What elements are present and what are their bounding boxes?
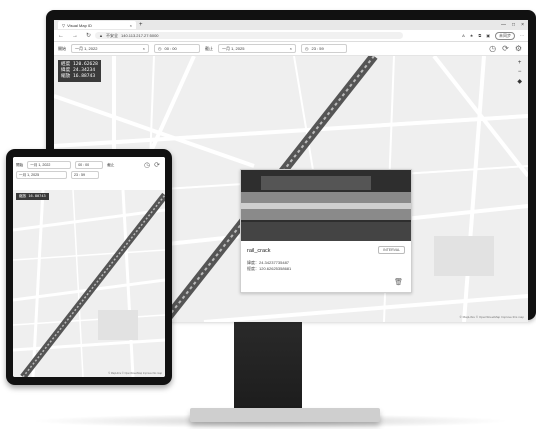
end-time: 23 : 59 [311,46,324,51]
tablet-map-canvas [13,190,165,377]
tab-close-icon[interactable]: × [130,23,132,28]
start-label: 開始 [58,45,66,51]
tablet-screen: 開始 一月 1, 2022 00 : 00 截止 一月 1, 2025 23 :… [13,157,165,377]
clock-icon: ◷ [305,46,309,51]
start-date-field[interactable]: 一月 1, 2022 [27,161,72,169]
tablet-start-row: 開始 一月 1, 2022 00 : 00 截止 [16,161,114,169]
profile-button[interactable]: 未同步 [495,31,515,40]
start-label: 開始 [16,162,24,167]
tablet-end-row: 一月 1, 2025 23 : 59 [16,171,99,179]
start-time-field[interactable]: ◷ 00 : 00 [154,44,200,53]
app-toolbar: 開始 一月 1, 2022 × ◷ 00 : 00 截止 一月 1, 2025 … [54,42,528,56]
scene: ▽ Visual Map ID × + — □ × ← → ↻ ▲ 不安全 14… [0,0,536,429]
building [98,310,138,340]
defect-photo [241,170,411,241]
start-date-field[interactable]: 一月 1, 2022 × [71,44,149,53]
url-text: 140.113.217.27:5000 [121,33,159,38]
roads [13,190,165,377]
road [72,190,84,377]
end-time-field[interactable]: ◷ 23 : 59 [301,44,347,53]
history-icon[interactable]: ◷ [489,44,496,53]
close-window-button[interactable]: × [521,22,524,28]
browser-tab[interactable]: ▽ Visual Map ID × [58,21,136,29]
refresh-icon[interactable]: ⟳ [154,161,160,169]
tablet: 開始 一月 1, 2022 00 : 00 截止 一月 1, 2025 23 :… [6,149,172,385]
end-time: 23 : 59 [74,173,85,177]
tablet-toolbar-actions: ◷ ⟳ [144,161,160,169]
start-time: 00 : 00 [78,163,90,167]
tab-title: Visual Map ID [67,22,92,28]
clear-icon[interactable]: × [143,46,145,51]
start-time-field[interactable]: 00 : 00 [75,161,104,169]
url-field[interactable]: ▲ 不安全 140.113.217.27:5000 [95,32,404,39]
favorite-icon[interactable]: ★ [470,33,474,38]
zoom-level: 縮放 16.88743 [61,74,96,79]
minimize-button[interactable]: — [501,22,506,28]
zoom-out-button[interactable]: − [518,69,522,75]
zoom-in-button[interactable]: + [518,60,522,66]
collections-icon[interactable]: ▣ [486,33,490,38]
map-attribution[interactable]: © MapLibre © OpenStreetMap Improve this … [460,315,524,319]
browser-actions: A ★ ⧉ ▣ 未同步 ··· [462,31,524,40]
coordinate-readout: 經度 120.62628 緯度 24.34234 縮放 16.88743 [58,60,101,82]
start-date: 一月 1, 2022 [30,162,51,167]
rail-photo-image [241,170,411,241]
end-label: 截止 [107,162,115,167]
clock-icon: ◷ [158,46,162,51]
window-controls: — □ × [501,22,524,28]
end-date: 一月 1, 2025 [222,45,245,51]
reload-icon[interactable]: ↻ [86,32,91,39]
clear-icon[interactable]: × [290,46,292,51]
security-label: 不安全 [106,32,118,38]
trash-icon[interactable]: 🗑 [394,278,403,286]
compass-icon[interactable]: ◆ [517,78,522,85]
browser-tab-bar: ▽ Visual Map ID × + — □ × [54,20,528,30]
road [13,249,165,261]
defect-longitude: 經度：120.62625358681 [247,266,292,271]
maximize-button[interactable]: □ [512,22,515,28]
tablet-map-attribution[interactable]: © MapLibre © OpenStreetMap Improve this … [108,372,162,375]
end-time-field[interactable]: 23 : 59 [71,171,99,179]
toolbar-actions: ◷ ⟳ ⚙ [489,44,522,53]
favicon-icon: ▽ [62,22,66,28]
refresh-icon[interactable]: ⟳ [502,44,509,53]
forward-icon[interactable]: → [72,33,78,39]
new-tab-button[interactable]: + [139,22,143,28]
defect-title: rail_crack [247,248,271,254]
tablet-toolbar: 開始 一月 1, 2022 00 : 00 截止 一月 1, 2025 23 :… [13,157,165,189]
end-date-field[interactable]: 一月 1, 2025 × [218,44,296,53]
tablet-coordinate-readout: 縮放 16.80743 [16,193,49,200]
more-icon[interactable]: ··· [520,33,524,38]
extensions-icon[interactable]: ⧉ [478,33,481,38]
warning-icon: ▲ [99,33,103,38]
zoom-controls: + − ◆ [517,60,522,85]
read-aloud-icon[interactable]: A [462,33,465,38]
monitor-base [190,408,380,422]
monitor-stand [234,320,302,415]
building [434,236,494,276]
defect-popup: rail_crack INTERVAL 緯度：24.34237735487 經度… [240,169,412,293]
interval-button[interactable]: INTERVAL [378,246,405,254]
end-date: 一月 1, 2025 [19,172,40,177]
address-bar: ← → ↻ ▲ 不安全 140.113.217.27:5000 A ★ ⧉ ▣ … [54,30,528,42]
settings-icon[interactable]: ⚙ [515,44,522,53]
start-time: 00 : 00 [164,46,177,51]
end-date-field[interactable]: 一月 1, 2025 [16,171,67,179]
tablet-map-view[interactable]: 縮放 16.80743 © MapLibre © OpenStreetMap I… [13,190,165,377]
history-icon[interactable]: ◷ [144,161,150,169]
end-label: 截止 [205,45,213,51]
start-date: 一月 1, 2022 [75,45,98,51]
back-icon[interactable]: ← [58,33,64,39]
